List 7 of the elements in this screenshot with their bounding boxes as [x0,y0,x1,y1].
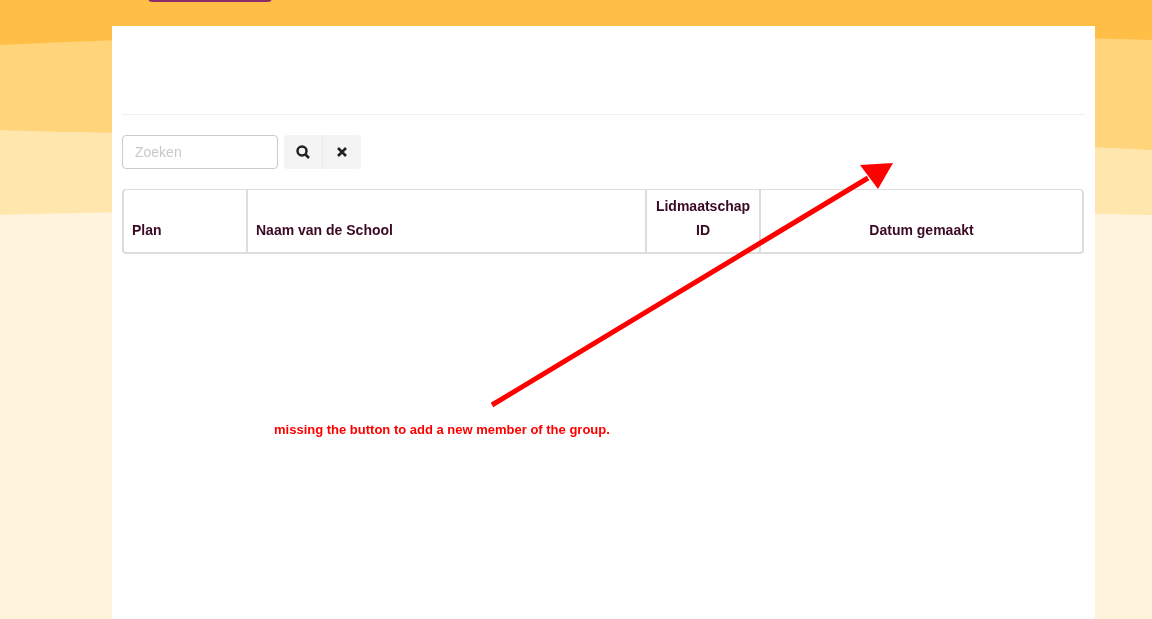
column-header: Lidmaatschap ID [647,190,761,252]
search-icon [296,145,310,159]
annotation-text: missing the button to add a new member of the group. [274,421,610,439]
column-header: Plan [124,190,248,252]
column-header: Naam van de School [248,190,647,252]
column-header: Datum gemaakt [868,221,975,240]
close-icon [337,147,347,157]
